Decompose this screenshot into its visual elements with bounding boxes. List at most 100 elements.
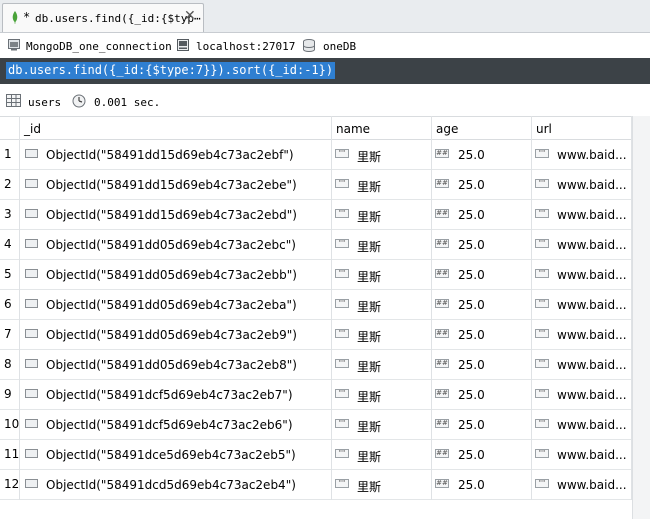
number-type-icon: ## [435, 389, 449, 398]
url-cell[interactable]: www.baid... [557, 238, 627, 252]
table-row[interactable]: 1 ObjectId("58491dd15d69eb4c73ac2ebf") "" 里… [0, 140, 632, 170]
close-tab-icon[interactable]: ✕ [184, 8, 196, 24]
id-cell[interactable]: ObjectId("58491dcf5d69eb4c73ac2eb6") [46, 418, 293, 432]
age-cell[interactable]: 25.0 [458, 418, 485, 432]
name-cell[interactable]: 里斯 [357, 478, 381, 495]
name-cell[interactable]: 里斯 [357, 148, 381, 165]
age-cell[interactable]: 25.0 [458, 448, 485, 462]
column-divider[interactable] [331, 116, 332, 500]
id-cell[interactable]: ObjectId("58491dcd5d69eb4c73ac2eb4") [46, 478, 296, 492]
id-cell[interactable]: ObjectId("58491dd05d69eb4c73ac2eb9") [46, 328, 297, 342]
table-row[interactable]: 5 ObjectId("58491dd05d69eb4c73ac2ebb") "" 里… [0, 260, 632, 290]
url-cell[interactable]: www.baid... [557, 358, 627, 372]
string-type-icon: "" [535, 269, 549, 278]
table-row[interactable]: 7 ObjectId("58491dd05d69eb4c73ac2eb9") "" 里… [0, 320, 632, 350]
id-cell[interactable]: ObjectId("58491dd05d69eb4c73ac2eb8") [46, 358, 297, 372]
url-cell[interactable]: www.baid... [557, 448, 627, 462]
url-cell[interactable]: www.baid... [557, 328, 627, 342]
row-number: 10 [4, 417, 20, 431]
column-divider[interactable] [531, 116, 532, 500]
age-cell[interactable]: 25.0 [458, 268, 485, 282]
table-row[interactable]: 12 ObjectId("58491dcd5d69eb4c73ac2eb4") ""… [0, 470, 632, 500]
url-cell[interactable]: www.baid... [557, 478, 627, 492]
age-cell[interactable]: 25.0 [458, 148, 485, 162]
name-cell[interactable]: 里斯 [357, 418, 381, 435]
table-row[interactable]: 3 ObjectId("58491dd15d69eb4c73ac2ebd") "" 里… [0, 200, 632, 230]
column-divider[interactable] [431, 116, 432, 500]
url-cell[interactable]: www.baid... [557, 148, 627, 162]
query-text[interactable]: db.users.find({_id:{$type:7}}).sort({_id… [6, 62, 336, 79]
name-cell[interactable]: 里斯 [357, 208, 381, 225]
table-row[interactable]: 9 ObjectId("58491dcf5d69eb4c73ac2eb7") "" 里… [0, 380, 632, 410]
column-header-name[interactable]: name [336, 122, 370, 136]
string-type-icon: "" [535, 179, 549, 188]
collection-name: users [28, 96, 62, 109]
id-cell[interactable]: ObjectId("58491dcf5d69eb4c73ac2eb7") [46, 388, 293, 402]
name-cell[interactable]: 里斯 [357, 268, 381, 285]
string-type-icon: "" [335, 269, 349, 278]
name-cell[interactable]: 里斯 [357, 358, 381, 375]
name-cell[interactable]: 里斯 [357, 298, 381, 315]
row-number: 6 [4, 297, 12, 311]
mongodb-leaf-icon [12, 11, 18, 24]
objectid-type-icon [25, 329, 38, 338]
id-cell[interactable]: ObjectId("58491dd15d69eb4c73ac2ebd") [46, 208, 297, 222]
url-cell[interactable]: www.baid... [557, 268, 627, 282]
table-row[interactable]: 8 ObjectId("58491dd05d69eb4c73ac2eb8") "" 里… [0, 350, 632, 380]
string-type-icon: "" [535, 209, 549, 218]
column-header-age[interactable]: age [436, 122, 458, 136]
row-number: 1 [4, 147, 12, 161]
column-header-id[interactable]: _id [24, 122, 41, 136]
age-cell[interactable]: 25.0 [458, 178, 485, 192]
age-cell[interactable]: 25.0 [458, 358, 485, 372]
age-cell[interactable]: 25.0 [458, 388, 485, 402]
column-divider [19, 116, 20, 500]
id-cell[interactable]: ObjectId("58491dd15d69eb4c73ac2ebe") [46, 178, 297, 192]
age-cell[interactable]: 25.0 [458, 328, 485, 342]
objectid-type-icon [25, 449, 38, 458]
age-cell[interactable]: 25.0 [458, 208, 485, 222]
query-tab[interactable]: * db.users.find({_id:{$typ⋯ ✕ [2, 3, 204, 32]
database-name[interactable]: oneDB [323, 40, 356, 53]
age-cell[interactable]: 25.0 [458, 298, 485, 312]
row-number: 3 [4, 207, 12, 221]
url-cell[interactable]: www.baid... [557, 388, 627, 402]
column-header-url[interactable]: url [536, 122, 552, 136]
url-cell[interactable]: www.baid... [557, 298, 627, 312]
age-cell[interactable]: 25.0 [458, 238, 485, 252]
connection-name[interactable]: MongoDB_one_connection [26, 40, 172, 53]
table-row[interactable]: 6 ObjectId("58491dd05d69eb4c73ac2eba") "" 里… [0, 290, 632, 320]
result-info-bar: users 0.001 sec. [0, 88, 650, 116]
id-cell[interactable]: ObjectId("58491dce5d69eb4c73ac2eb5") [46, 448, 296, 462]
name-cell[interactable]: 里斯 [357, 448, 381, 465]
name-cell[interactable]: 里斯 [357, 388, 381, 405]
url-cell[interactable]: www.baid... [557, 418, 627, 432]
number-type-icon: ## [435, 329, 449, 338]
string-type-icon: "" [535, 389, 549, 398]
age-cell[interactable]: 25.0 [458, 478, 485, 492]
row-number: 7 [4, 327, 12, 341]
clock-icon [72, 94, 86, 108]
url-cell[interactable]: www.baid... [557, 208, 627, 222]
vertical-scrollbar[interactable] [632, 116, 650, 519]
id-cell[interactable]: ObjectId("58491dd05d69eb4c73ac2eba") [46, 298, 297, 312]
table-row[interactable]: 10 ObjectId("58491dcf5d69eb4c73ac2eb6") ""… [0, 410, 632, 440]
tab-strip: * db.users.find({_id:{$typ⋯ ✕ [0, 0, 650, 33]
objectid-type-icon [25, 479, 38, 488]
table-row[interactable]: 11 ObjectId("58491dce5d69eb4c73ac2eb5") ""… [0, 440, 632, 470]
table-row[interactable]: 2 ObjectId("58491dd15d69eb4c73ac2ebe") "" 里… [0, 170, 632, 200]
string-type-icon: "" [335, 479, 349, 488]
url-cell[interactable]: www.baid... [557, 178, 627, 192]
query-editor[interactable]: db.users.find({_id:{$type:7}}).sort({_id… [0, 58, 650, 84]
id-cell[interactable]: ObjectId("58491dd05d69eb4c73ac2ebb") [46, 268, 297, 282]
string-type-icon: "" [535, 329, 549, 338]
table-row[interactable]: 4 ObjectId("58491dd05d69eb4c73ac2ebc") "" 里… [0, 230, 632, 260]
table-view-icon[interactable] [6, 94, 21, 107]
server-host[interactable]: localhost:27017 [196, 40, 295, 53]
number-type-icon: ## [435, 209, 449, 218]
name-cell[interactable]: 里斯 [357, 328, 381, 345]
id-cell[interactable]: ObjectId("58491dd15d69eb4c73ac2ebf") [46, 148, 294, 162]
id-cell[interactable]: ObjectId("58491dd05d69eb4c73ac2ebc") [46, 238, 296, 252]
name-cell[interactable]: 里斯 [357, 238, 381, 255]
name-cell[interactable]: 里斯 [357, 178, 381, 195]
